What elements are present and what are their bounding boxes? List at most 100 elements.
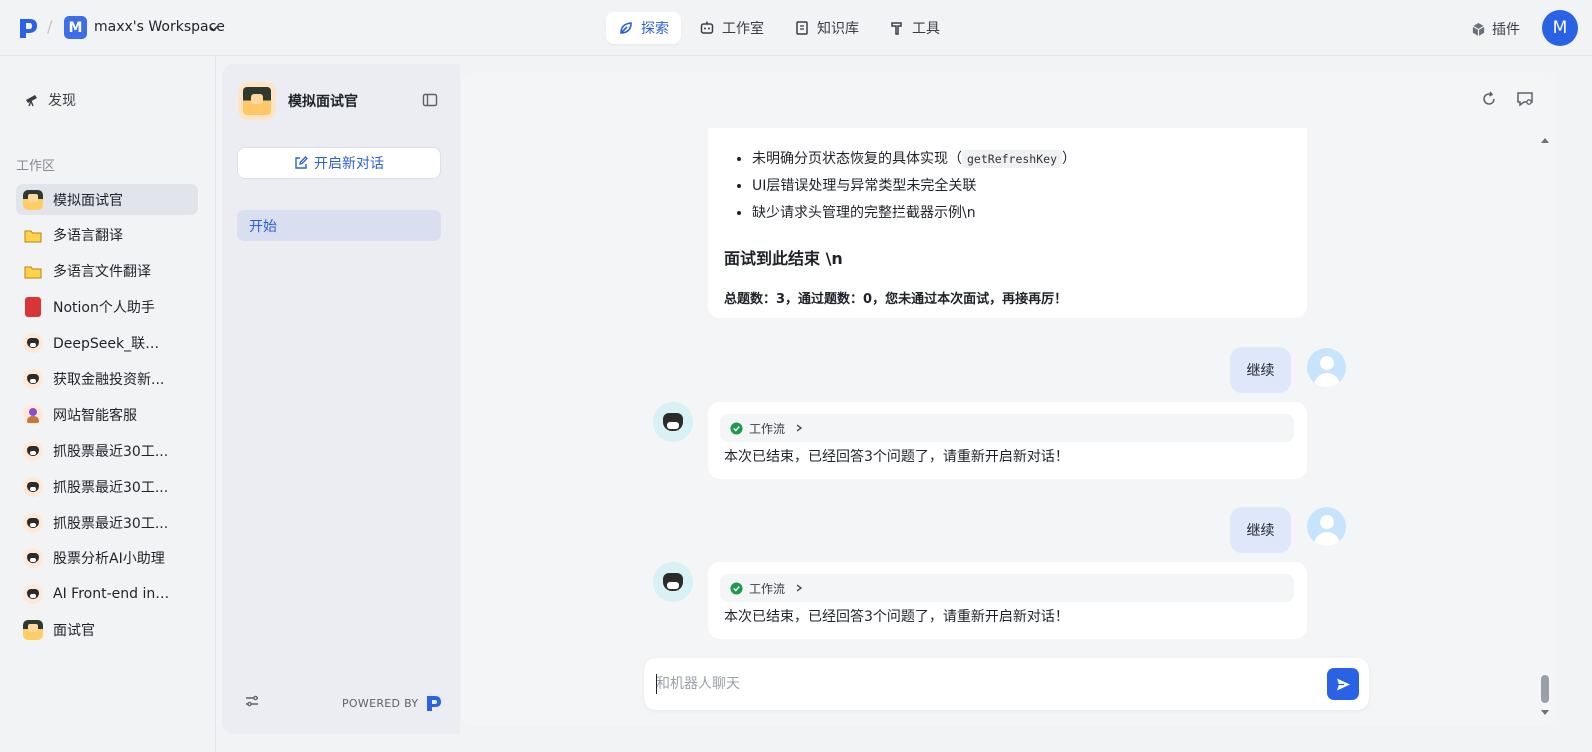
agent-item[interactable]: AI Front-end int... <box>16 579 198 610</box>
telescope-icon <box>26 95 37 107</box>
bear-icon <box>23 476 43 497</box>
user-message-text: 继续 <box>1246 363 1275 379</box>
bear-icon <box>23 368 43 389</box>
hammer-icon <box>891 22 902 35</box>
workspace-badge[interactable]: M <box>64 16 87 39</box>
inline-code: getRefreshKey <box>962 150 1063 168</box>
user-avatar-icon <box>1307 348 1346 387</box>
new-chat-button[interactable]: 开启新对话 <box>237 147 441 179</box>
conversation-item[interactable]: 开始 <box>237 210 441 241</box>
check-circle-icon <box>730 581 743 595</box>
agent-item[interactable]: 网站智能客服 <box>16 399 198 430</box>
app-logo-icon[interactable] <box>18 17 38 39</box>
list-item: 缺少请求头管理的完整拦截器示例\n <box>752 200 1076 227</box>
nav-tab-label: 工具 <box>912 21 940 37</box>
send-icon <box>1336 678 1350 690</box>
bot-message-card: 工作流 本次已结束，已经回答3个问题了，请重新开启新对话！ <box>708 562 1307 639</box>
agent-item[interactable]: 多语言文件翻译 <box>16 256 198 287</box>
robot-icon <box>700 21 714 34</box>
bear-icon <box>23 440 43 461</box>
main-nav: 探索 工作室 知识库 工具 <box>606 12 952 44</box>
user-message-text: 继续 <box>1246 523 1275 539</box>
agent-item[interactable]: 多语言翻译 <box>16 220 198 251</box>
leaf-icon <box>620 22 632 34</box>
bot-message-card: 未明确分页状态恢复的具体实现（getRefreshKey） UI层错误处理与异常… <box>708 128 1307 318</box>
bot-title: 模拟面试官 <box>288 94 358 110</box>
list-item: 未明确分页状态恢复的具体实现（getRefreshKey） <box>752 146 1076 173</box>
user-message: 继续 <box>1230 507 1291 553</box>
message-summary: 总题数：3，通过题数：0，您未通过本次面试，再接再厉！ <box>724 292 1068 307</box>
app-window: / M maxx's Workspace 探索 工作室 知识库 工具 插件 M … <box>0 0 1592 752</box>
bear-icon <box>23 584 43 605</box>
workflow-label: 工作流 <box>749 581 786 596</box>
plugin-button[interactable]: 插件 <box>1471 19 1520 39</box>
user-avatar[interactable]: M <box>1542 10 1578 46</box>
sidebar-section-title: 工作区 <box>16 159 56 174</box>
agent-item[interactable]: 抓股票最近30工... <box>16 507 198 538</box>
nav-tab-studio[interactable]: 工作室 <box>687 12 776 44</box>
workflow-status[interactable]: 工作流 <box>720 574 1294 602</box>
send-button[interactable] <box>1327 668 1359 700</box>
agent-item-label: 抓股票最近30工... <box>53 479 169 496</box>
agent-item[interactable]: Notion个人助手 <box>16 292 198 323</box>
pixel-art-icon <box>23 620 43 641</box>
chat-input[interactable] <box>656 672 1306 696</box>
sidebar-item-discover[interactable]: 发现 <box>24 90 76 110</box>
user-avatar-icon <box>1307 507 1346 546</box>
sidebar-item-label: 发现 <box>48 93 76 109</box>
bot-avatar <box>238 82 276 120</box>
nav-tab-label: 工作室 <box>722 21 764 37</box>
bear-icon <box>23 548 43 569</box>
agent-item[interactable]: DeepSeek_联网... <box>16 328 198 359</box>
bot-avatar-icon <box>653 562 693 602</box>
workspace-name[interactable]: maxx's Workspace <box>94 19 225 35</box>
scroll-down-icon[interactable] <box>1541 710 1549 716</box>
agent-item-label: 面试官 <box>53 623 95 640</box>
scrollbar-thumb[interactable] <box>1541 675 1549 703</box>
bullet-list: 未明确分页状态恢复的具体实现（getRefreshKey） UI层错误处理与异常… <box>752 146 1076 227</box>
agent-item[interactable]: 抓股票最近30工... <box>16 471 198 502</box>
edit-icon <box>295 156 308 169</box>
user-message: 继续 <box>1230 347 1291 393</box>
agent-item-label: 多语言文件翻译 <box>53 264 151 281</box>
message-heading: 面试到此结束 \n <box>724 249 843 268</box>
agent-item-label: DeepSeek_联网... <box>53 336 171 353</box>
workflow-status[interactable]: 工作流 <box>720 414 1294 442</box>
agent-list: 模拟面试官 多语言翻译 多语言文件翻译 Notion个人助手 DeepSeek_… <box>16 184 198 651</box>
chevron-down-icon[interactable] <box>209 24 218 33</box>
agent-item-label: 抓股票最近30工... <box>53 515 169 532</box>
bot-message-card: 工作流 本次已结束，已经回答3个问题了，请重新开启新对话！ <box>708 402 1307 479</box>
person-icon <box>23 404 43 425</box>
agent-item[interactable]: 获取金融投资新... <box>16 363 198 394</box>
list-item-text: 未明确分页状态恢复的具体实现（ <box>752 151 962 167</box>
agent-item-label: 多语言翻译 <box>53 228 123 245</box>
plugin-label: 插件 <box>1492 22 1520 38</box>
check-circle-icon <box>730 421 743 435</box>
nav-tab-explore[interactable]: 探索 <box>606 12 681 44</box>
scroll-up-icon[interactable] <box>1541 137 1549 143</box>
agent-item[interactable]: 模拟面试官 <box>16 184 198 215</box>
agent-item[interactable]: 股票分析AI小助理 <box>16 543 198 574</box>
bot-message-text: 本次已结束，已经回答3个问题了，请重新开启新对话！ <box>724 449 1069 465</box>
pixel-art-icon <box>243 87 271 115</box>
brand-logo-icon <box>427 696 442 711</box>
text-caret <box>656 674 657 694</box>
nav-tab-label: 探索 <box>641 21 669 37</box>
nav-tab-tools[interactable]: 工具 <box>877 12 952 44</box>
chat-input-box <box>644 658 1369 710</box>
agent-item-label: 网站智能客服 <box>53 407 137 424</box>
chat-settings-icon[interactable] <box>1516 90 1534 108</box>
workflow-label: 工作流 <box>749 421 786 436</box>
list-item-text: UI层错误处理与异常类型未完全关联 <box>752 178 977 194</box>
nav-tab-knowledge[interactable]: 知识库 <box>782 12 871 44</box>
settings-sliders-icon[interactable] <box>244 693 260 709</box>
agent-item-label: 股票分析AI小助理 <box>53 551 165 568</box>
agent-item-label: 获取金融投资新... <box>53 371 165 388</box>
agent-item[interactable]: 面试官 <box>16 615 198 646</box>
nav-tab-label: 知识库 <box>817 21 859 37</box>
agent-item[interactable]: 抓股票最近30工... <box>16 435 198 466</box>
refresh-icon[interactable] <box>1480 90 1498 108</box>
agent-item-label: AI Front-end int... <box>53 586 171 603</box>
folder-icon <box>23 261 43 281</box>
sidebar-toggle-icon[interactable] <box>422 92 438 108</box>
